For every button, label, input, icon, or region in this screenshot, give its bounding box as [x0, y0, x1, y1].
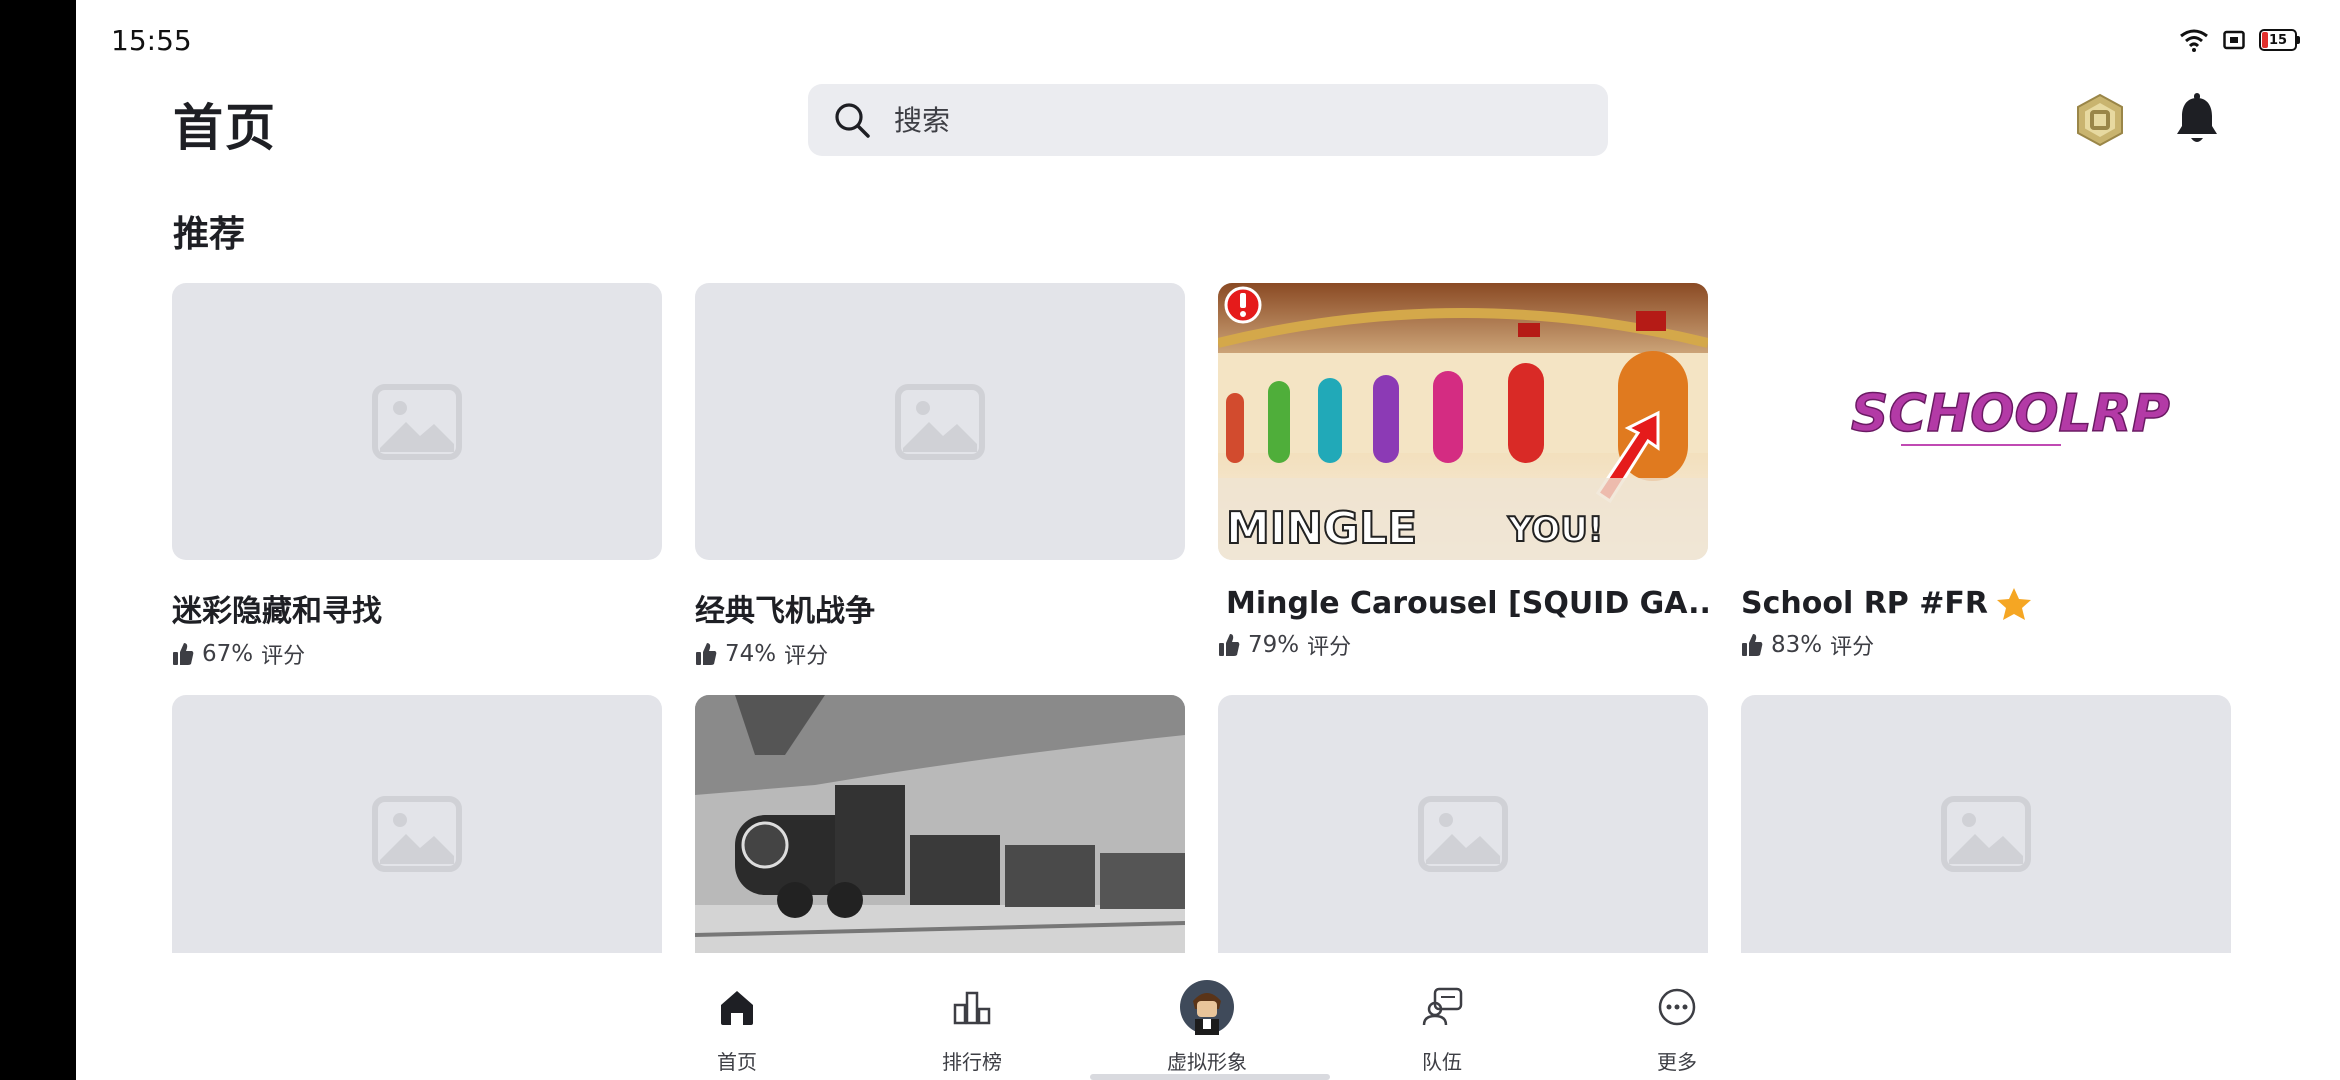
nav-party[interactable]: 队伍: [1372, 960, 1512, 1075]
nav-label: 排行榜: [942, 1050, 1002, 1074]
status-time: 15:55: [111, 24, 192, 57]
thumbs-up-icon: [696, 643, 717, 665]
game-title: 经典飞机战争: [695, 594, 875, 629]
game-rating: 74% 评分: [695, 638, 1185, 670]
game-card[interactable]: 经典飞机战争 74% 评分: [695, 283, 1185, 670]
game-rating: 83% 评分: [1741, 629, 2231, 661]
game-thumbnail: SCHOOLRP: [1741, 283, 2231, 560]
game-thumbnail: [1741, 695, 2231, 953]
search-bar[interactable]: [808, 84, 1608, 156]
game-card[interactable]: [1741, 695, 2231, 953]
image-placeholder-icon: [1418, 795, 1508, 872]
mingle-carousel-thumbnail: MINGLE YOU!: [1218, 283, 1708, 560]
game-rating: 79% 评分: [1218, 629, 1708, 661]
search-icon: [835, 103, 870, 138]
game-thumbnail: [695, 283, 1185, 560]
nav-label: 首页: [717, 1050, 757, 1074]
search-input[interactable]: [892, 102, 1496, 138]
thumb-text-you: YOU!: [1507, 510, 1603, 550]
game-card[interactable]: 迷彩隐藏和寻找 67% 评分: [172, 283, 662, 670]
section-title: 推荐: [173, 214, 246, 255]
game-card[interactable]: [172, 695, 662, 953]
image-placeholder-icon: [372, 795, 462, 872]
page-title: 首页: [173, 99, 277, 157]
leaderboard-icon: [953, 991, 991, 1025]
game-thumbnail: [695, 695, 1185, 953]
nav-label: 更多: [1657, 1050, 1697, 1074]
thumbs-up-icon: [1742, 634, 1763, 656]
game-card[interactable]: MINGLE YOU! Mingle Carousel [SQUID GA...…: [1218, 283, 1708, 661]
thumb-text-school: SCHOOLRP: [1851, 384, 2170, 444]
star-icon: [1996, 587, 2031, 620]
nav-label: 虚拟形象: [1167, 1050, 1247, 1074]
image-placeholder-icon: [895, 383, 985, 460]
game-card[interactable]: [695, 695, 1185, 953]
status-icons: 15: [2179, 28, 2300, 52]
nav-leaderboard[interactable]: 排行榜: [902, 960, 1042, 1075]
rating-percent: 74%: [725, 641, 777, 667]
rating-percent: 79%: [1248, 632, 1300, 658]
party-icon: [1422, 987, 1463, 1026]
rating-label: 评分: [261, 644, 306, 669]
rating-label: 评分: [784, 644, 829, 669]
thumbs-up-icon: [1219, 634, 1240, 656]
rating-label: 评分: [1307, 635, 1352, 660]
game-title-text: Mingle Carousel [SQUID GA...: [1226, 586, 1708, 621]
rating-label: 评分: [1830, 635, 1875, 660]
game-title: School RP #FR: [1741, 586, 2231, 621]
game-grid: 迷彩隐藏和寻找 67% 评分 经典飞机战争 74% 评分 MINGLE YOU!…: [172, 283, 2232, 953]
left-edge-bar: [0, 0, 76, 1080]
game-title: Mingle Carousel [SQUID GA...: [1218, 586, 1708, 621]
robux-icon[interactable]: [2072, 92, 2128, 148]
game-title: 迷彩隐藏和寻找: [172, 594, 382, 629]
image-placeholder-icon: [372, 383, 462, 460]
game-thumbnail: [1218, 695, 1708, 953]
nav-more[interactable]: 更多: [1607, 960, 1747, 1075]
thumb-text-mingle: MINGLE: [1226, 503, 1417, 554]
nav-label: 队伍: [1422, 1050, 1462, 1074]
game-rating: 67% 评分: [172, 638, 662, 670]
rating-percent: 67%: [202, 641, 254, 667]
game-thumbnail: [172, 695, 662, 953]
game-card[interactable]: [1218, 695, 1708, 953]
screen-record-icon: [2223, 30, 2245, 50]
avatar: [1180, 980, 1234, 1035]
battery-level: 15: [2268, 32, 2288, 48]
bell-icon[interactable]: [2172, 92, 2222, 148]
battery-icon: 15: [2259, 29, 2300, 51]
game-thumbnail: [172, 283, 662, 560]
bottom-nav: 首页 排行榜 虚拟形象 队伍 更多: [640, 960, 2080, 1080]
wifi-icon: [2180, 29, 2208, 52]
school-rp-logo: SCHOOLRP: [1850, 383, 2171, 446]
nav-home[interactable]: 首页: [667, 960, 807, 1075]
rating-percent: 83%: [1771, 632, 1823, 658]
game-title-text: School RP #FR: [1741, 586, 1988, 621]
home-indicator[interactable]: [1090, 1074, 1330, 1080]
game-card[interactable]: SCHOOLRP School RP #FR 83% 评分: [1741, 283, 2231, 661]
thumbs-up-icon: [173, 643, 194, 665]
more-icon: [1658, 988, 1696, 1026]
home-icon: [721, 991, 753, 1025]
train-thumbnail: [695, 695, 1185, 953]
image-placeholder-icon: [1941, 795, 2031, 872]
nav-avatar[interactable]: 虚拟形象: [1137, 960, 1277, 1075]
game-thumbnail: MINGLE YOU!: [1218, 283, 1708, 560]
